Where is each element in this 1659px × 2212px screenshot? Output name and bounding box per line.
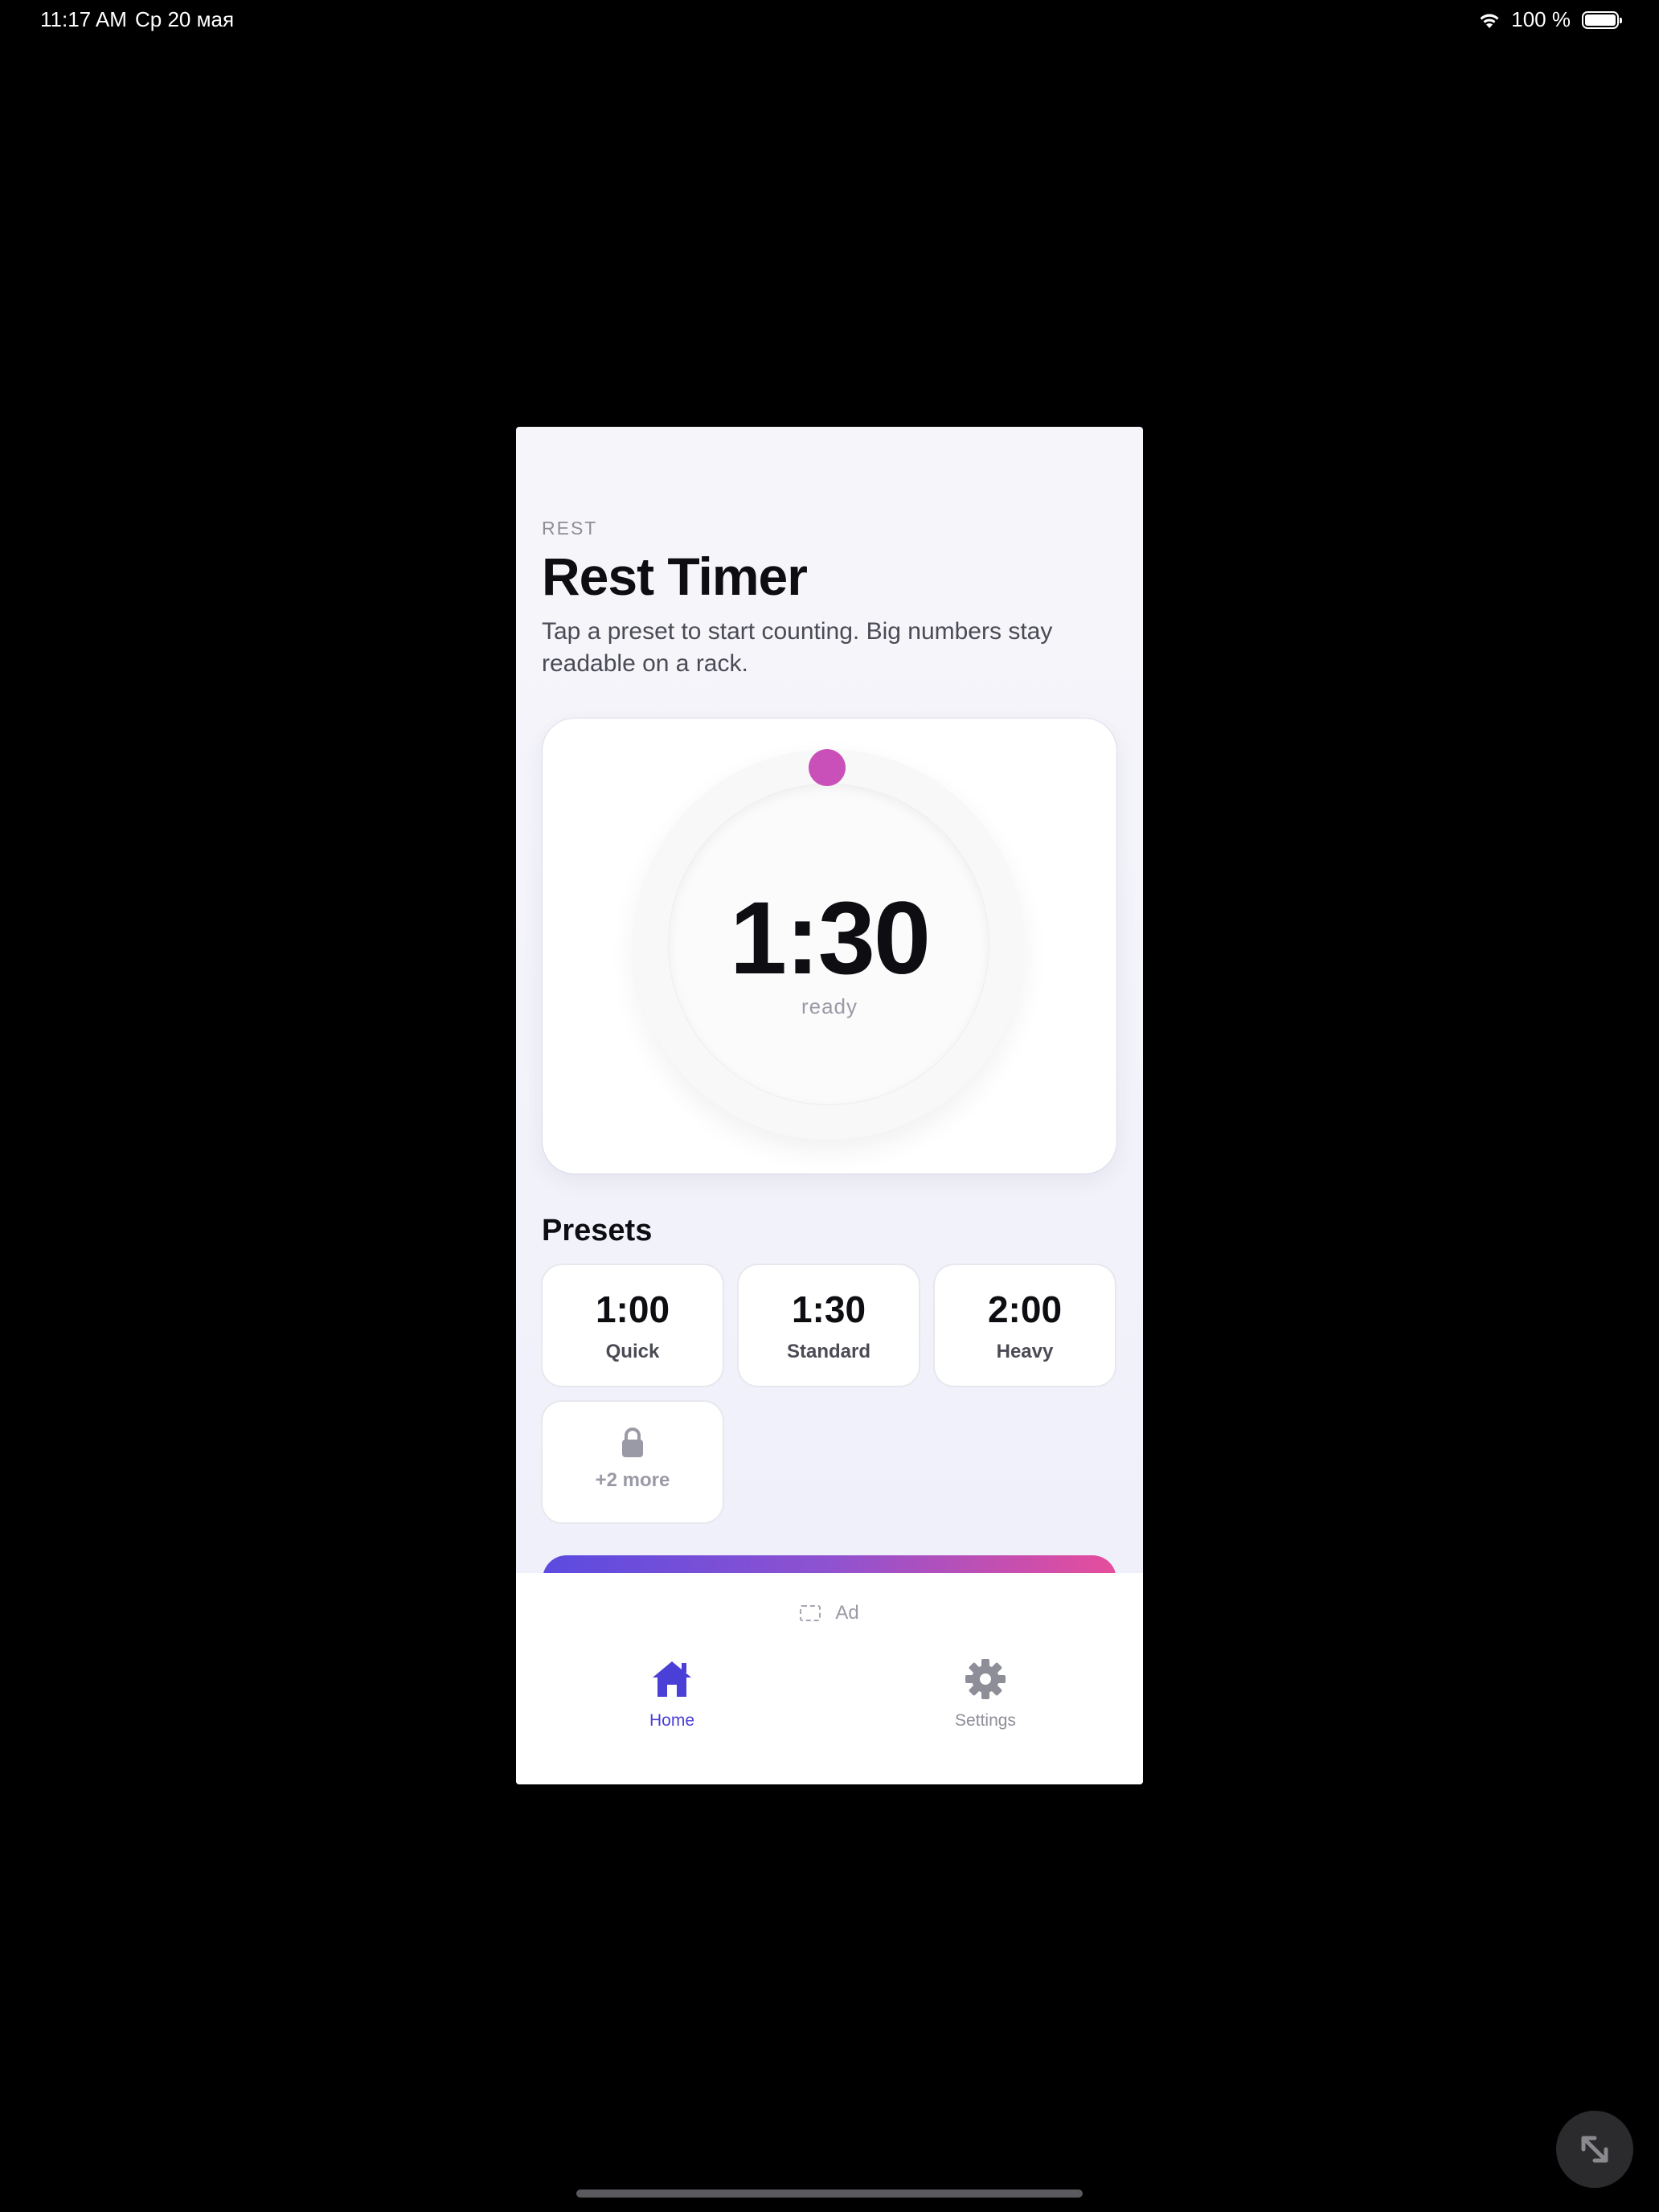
preset-locked-more[interactable]: +2 more (543, 1402, 723, 1522)
timer-value: 1:30 (729, 881, 931, 996)
ad-label: Ad (835, 1602, 859, 1624)
timer-status: ready (801, 994, 858, 1018)
app-window: REST Rest Timer Tap a preset to start co… (516, 427, 1143, 1784)
section-eyebrow: REST (542, 518, 598, 539)
presets-heading: Presets (542, 1214, 653, 1247)
timer-progress-knob (809, 749, 846, 786)
nav-settings-label: Settings (955, 1711, 1016, 1730)
timer-card[interactable]: 1:30 ready (543, 719, 1116, 1174)
nav-settings[interactable]: Settings (921, 1658, 1050, 1731)
home-icon (653, 1661, 691, 1697)
ad-banner[interactable]: Ad (516, 1602, 1143, 1624)
preset-heavy[interactable]: 2:00 Heavy (935, 1265, 1115, 1386)
preset-time: 1:30 (791, 1288, 866, 1330)
status-time: 11:17 AM (40, 7, 127, 31)
screen: 11:17 AM Ср 20 мая 100 % REST Rest Timer… (0, 0, 1659, 2212)
preset-time: 1:00 (595, 1288, 670, 1330)
status-bar: 11:17 AM Ср 20 мая 100 % (0, 0, 1659, 40)
preset-time: 2:00 (987, 1288, 1063, 1330)
status-right: 100 % (1477, 7, 1622, 32)
preset-label: Heavy (996, 1341, 1054, 1362)
nav-home[interactable]: Home (608, 1658, 736, 1731)
wifi-icon (1480, 14, 1499, 28)
preset-locked-label: +2 more (595, 1469, 670, 1491)
battery-percentage: 100 % (1511, 7, 1571, 31)
home-indicator (576, 2189, 1083, 2198)
page-subtitle: Tap a preset to start counting. Big numb… (542, 618, 1053, 677)
nav-home-label: Home (649, 1711, 695, 1730)
preset-standard[interactable]: 1:30 Standard (739, 1265, 919, 1386)
gear-icon (965, 1659, 1006, 1699)
lock-icon (622, 1428, 643, 1457)
status-date: Ср 20 мая (135, 7, 235, 31)
preset-label: Quick (605, 1341, 660, 1362)
page-title: Rest Timer (542, 547, 808, 606)
bottom-panel: Ad Home Settings (516, 1573, 1143, 1784)
expand-arrows-icon (1581, 2136, 1608, 2163)
preset-label: Standard (786, 1341, 870, 1362)
preset-quick[interactable]: 1:00 Quick (543, 1265, 723, 1386)
fullscreen-toggle-button[interactable] (1556, 2111, 1633, 2188)
ad-placeholder-icon (800, 1605, 821, 1621)
battery-icon (1582, 10, 1622, 29)
